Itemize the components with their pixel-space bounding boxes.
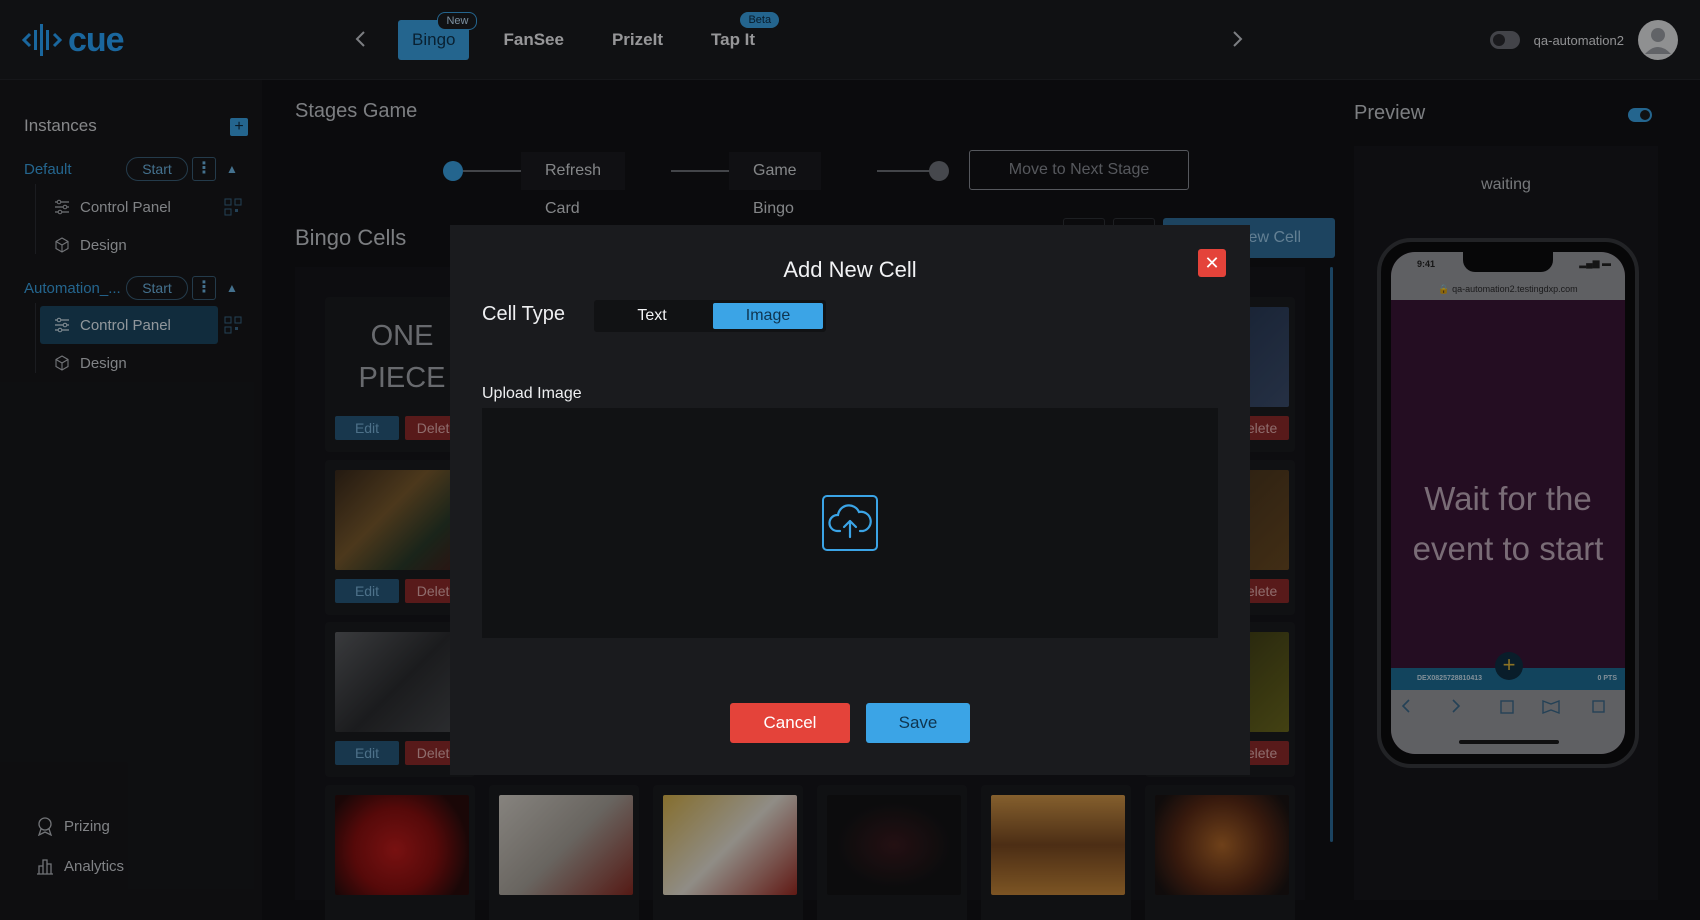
cloud-upload-icon[interactable] <box>822 495 878 551</box>
cell-type-toggle: Text Image <box>594 300 826 332</box>
add-new-cell-modal: Add New Cell ✕ Cell Type Text Image Uplo… <box>450 225 1250 775</box>
close-icon: ✕ <box>1204 253 1220 273</box>
cell-type-text-option[interactable]: Text <box>597 303 707 329</box>
cancel-button[interactable]: Cancel <box>730 703 850 743</box>
cell-type-label: Cell Type <box>482 303 566 325</box>
close-button[interactable]: ✕ <box>1198 249 1226 277</box>
cell-type-image-option[interactable]: Image <box>713 303 823 329</box>
upload-dropzone[interactable] <box>482 408 1218 638</box>
modal-title: Add New Cell <box>783 257 917 282</box>
save-button[interactable]: Save <box>866 703 970 743</box>
upload-image-label: Upload Image <box>482 385 582 402</box>
